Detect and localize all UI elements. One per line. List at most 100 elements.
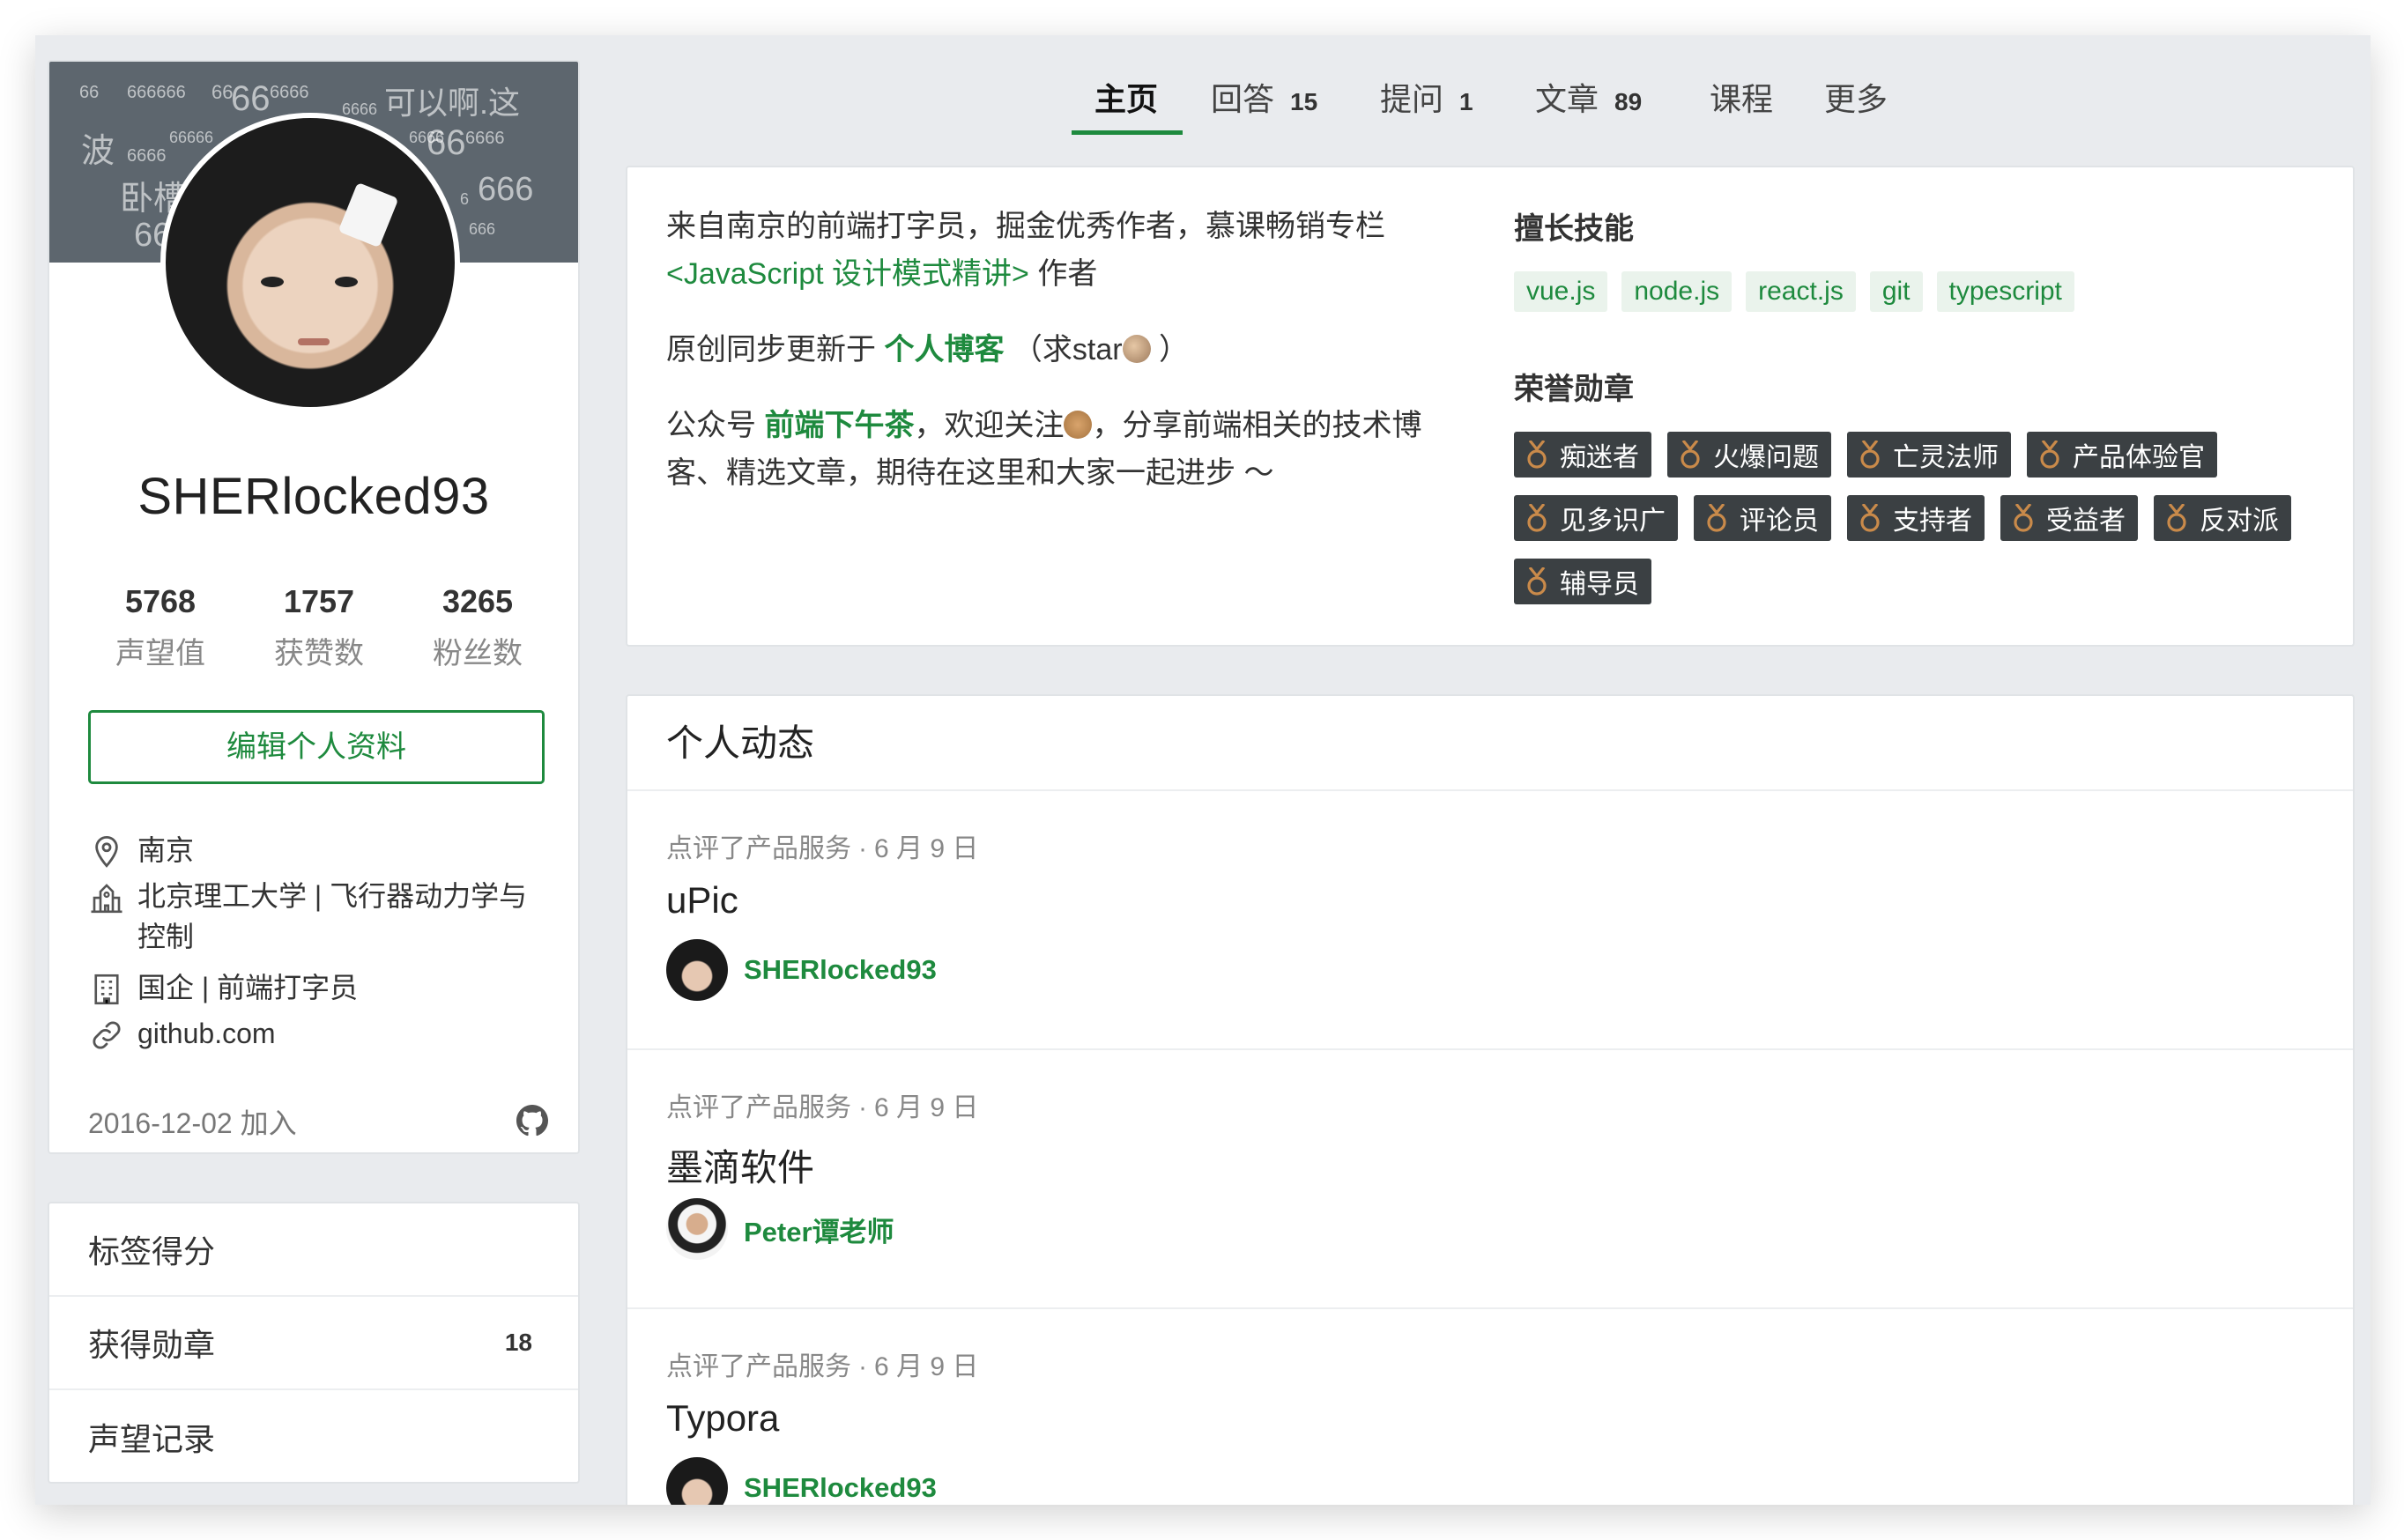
skill-tag[interactable]: git — [1869, 271, 1923, 312]
author-name[interactable]: SHERlocked93 — [744, 1472, 937, 1504]
feed-title: 个人动态 — [627, 696, 2353, 791]
stat-value: 3265 — [441, 583, 514, 619]
stat-likes[interactable]: 1757 获赞数 — [240, 583, 398, 672]
medal-icon — [1681, 441, 1700, 469]
badge[interactable]: 亡灵法师 — [1847, 432, 2011, 478]
tab-answers[interactable]: 回答 15 — [1211, 74, 1317, 120]
side-menu: 标签得分 获得勋章 18 声望记录 — [48, 1202, 580, 1484]
github-icon[interactable] — [516, 1105, 548, 1136]
skills-title: 擅长技能 — [1514, 212, 1634, 246]
feed-meta: 点评了产品服务 · 6 月 9 日 — [666, 826, 978, 865]
tab-count: 89 — [1614, 88, 1643, 115]
cover-text: 666 — [478, 171, 534, 208]
menu-item-label: 获得勋章 — [88, 1327, 216, 1363]
badge-label: 辅导员 — [1560, 570, 1639, 599]
stat-label: 粉丝数 — [433, 637, 523, 670]
building-icon — [94, 974, 119, 1005]
location-pin-icon — [95, 835, 118, 868]
badge-label: 反对派 — [2200, 507, 2279, 536]
stat-value: 1757 — [283, 583, 355, 619]
school-icon — [91, 884, 122, 914]
skill-tag[interactable]: vue.js — [1514, 271, 1608, 312]
feed-author[interactable]: SHERlocked93 — [666, 1457, 937, 1505]
website-link[interactable]: github.com — [137, 1013, 276, 1054]
clap-emoji-icon — [1064, 411, 1093, 439]
feed-author[interactable]: Peter谭老师 — [666, 1198, 894, 1260]
medal-icon — [1527, 504, 1547, 532]
medal-icon — [2167, 504, 2186, 532]
bio: 来自南京的前端打字员，掘金优秀作者，慕课畅销专栏 <JavaScript 设计模… — [666, 203, 1477, 525]
tab-home[interactable]: 主页 — [1094, 74, 1158, 120]
tab-count: 15 — [1290, 88, 1318, 115]
blog-link[interactable]: 个人博客 — [884, 333, 1004, 366]
feed-date: 6 月 9 日 — [874, 1093, 979, 1122]
badge[interactable]: 见多识广 — [1514, 495, 1678, 541]
bio-text: 作者 — [1028, 257, 1098, 291]
bio-text: 原创同步更新于 — [666, 333, 885, 366]
medal-icon — [1527, 567, 1547, 596]
grin-emoji-icon — [1122, 335, 1151, 363]
menu-item-badges[interactable]: 获得勋章 18 — [49, 1297, 578, 1390]
wechat-link[interactable]: 前端下午茶 — [764, 409, 914, 442]
author-avatar[interactable] — [666, 939, 728, 1001]
badge[interactable]: 痴迷者 — [1514, 432, 1651, 478]
stat-value: 5768 — [124, 583, 197, 619]
feed-action: 点评了产品服务 — [666, 834, 851, 863]
column-link[interactable]: <JavaScript 设计模式精讲> — [666, 257, 1029, 291]
feed-item[interactable]: 点评了产品服务 · 6 月 9 日 Typora SHERlocked93 — [627, 1309, 2353, 1505]
menu-item-tag-score[interactable]: 标签得分 — [49, 1203, 578, 1297]
info-website[interactable]: github.com — [88, 1013, 276, 1054]
edit-profile-button[interactable]: 编辑个人资料 — [88, 710, 545, 784]
badge[interactable]: 支持者 — [1847, 495, 1985, 541]
badge[interactable]: 辅导员 — [1514, 559, 1651, 604]
bio-text: 公众号 — [666, 409, 765, 442]
badges-title: 荣誉勋章 — [1514, 373, 1634, 406]
menu-item-reputation-log[interactable]: 声望记录 — [49, 1390, 578, 1484]
badge-label: 痴迷者 — [1560, 443, 1639, 472]
skill-tag[interactable]: node.js — [1621, 271, 1733, 312]
author-avatar[interactable] — [666, 1457, 728, 1505]
badge-label: 见多识广 — [1560, 507, 1666, 536]
skills-list: vue.js node.js react.js git typescript — [1514, 271, 2074, 312]
tab-courses[interactable]: 课程 — [1710, 74, 1773, 120]
feed-item[interactable]: 点评了产品服务 · 6 月 9 日 墨滴软件 Peter谭老师 — [627, 1050, 2353, 1309]
info-school: 北京理工大学 | 飞行器动力学与控制 — [88, 876, 546, 957]
menu-item-label: 标签得分 — [88, 1233, 216, 1270]
badge[interactable]: 反对派 — [2154, 495, 2291, 541]
tab-questions[interactable]: 提问 1 — [1380, 74, 1473, 120]
skill-tag[interactable]: react.js — [1746, 271, 1856, 312]
tab-label: 文章 — [1535, 81, 1599, 117]
feed-item-title[interactable]: 墨滴软件 — [666, 1138, 814, 1192]
medal-icon — [2040, 441, 2059, 469]
badge[interactable]: 产品体验官 — [2027, 432, 2217, 478]
tab-label: 提问 — [1380, 81, 1444, 117]
badge[interactable]: 受益者 — [2000, 495, 2138, 541]
tab-more[interactable]: 更多 — [1824, 74, 1888, 120]
author-name[interactable]: Peter谭老师 — [744, 1210, 894, 1249]
badge[interactable]: 火爆问题 — [1667, 432, 1831, 478]
location-text: 南京 — [137, 834, 195, 866]
feed-item-title[interactable]: uPic — [666, 879, 738, 922]
separator-dot: · — [858, 834, 867, 863]
feed-item-title[interactable]: Typora — [666, 1397, 779, 1440]
school-text: 北京理工大学 | 飞行器动力学与控制 — [137, 880, 528, 952]
tab-count: 1 — [1459, 88, 1473, 115]
badge[interactable]: 评论员 — [1694, 495, 1831, 541]
badge-label: 亡灵法师 — [1893, 443, 1999, 472]
author-avatar[interactable] — [666, 1198, 728, 1260]
separator-dot: · — [858, 1352, 867, 1381]
skill-tag[interactable]: typescript — [1936, 271, 2074, 312]
menu-item-count: 18 — [504, 1329, 532, 1356]
author-name[interactable]: SHERlocked93 — [744, 954, 937, 986]
medal-icon — [2014, 504, 2033, 532]
about-card: 来自南京的前端打字员，掘金优秀作者，慕课畅销专栏 <JavaScript 设计模… — [626, 166, 2355, 647]
tab-articles[interactable]: 文章 89 — [1535, 74, 1642, 120]
feed-author[interactable]: SHERlocked93 — [666, 939, 937, 1001]
stat-reputation[interactable]: 5768 声望值 — [81, 583, 240, 672]
stat-followers[interactable]: 3265 粉丝数 — [398, 583, 557, 672]
link-icon — [93, 1021, 121, 1049]
bio-text: 来自南京的前端打字员，掘金优秀作者，慕课畅销专栏 — [666, 210, 1385, 243]
avatar-eye — [261, 277, 284, 287]
feed-action: 点评了产品服务 — [666, 1093, 851, 1122]
feed-item[interactable]: 点评了产品服务 · 6 月 9 日 uPic SHERlocked93 — [627, 791, 2353, 1050]
